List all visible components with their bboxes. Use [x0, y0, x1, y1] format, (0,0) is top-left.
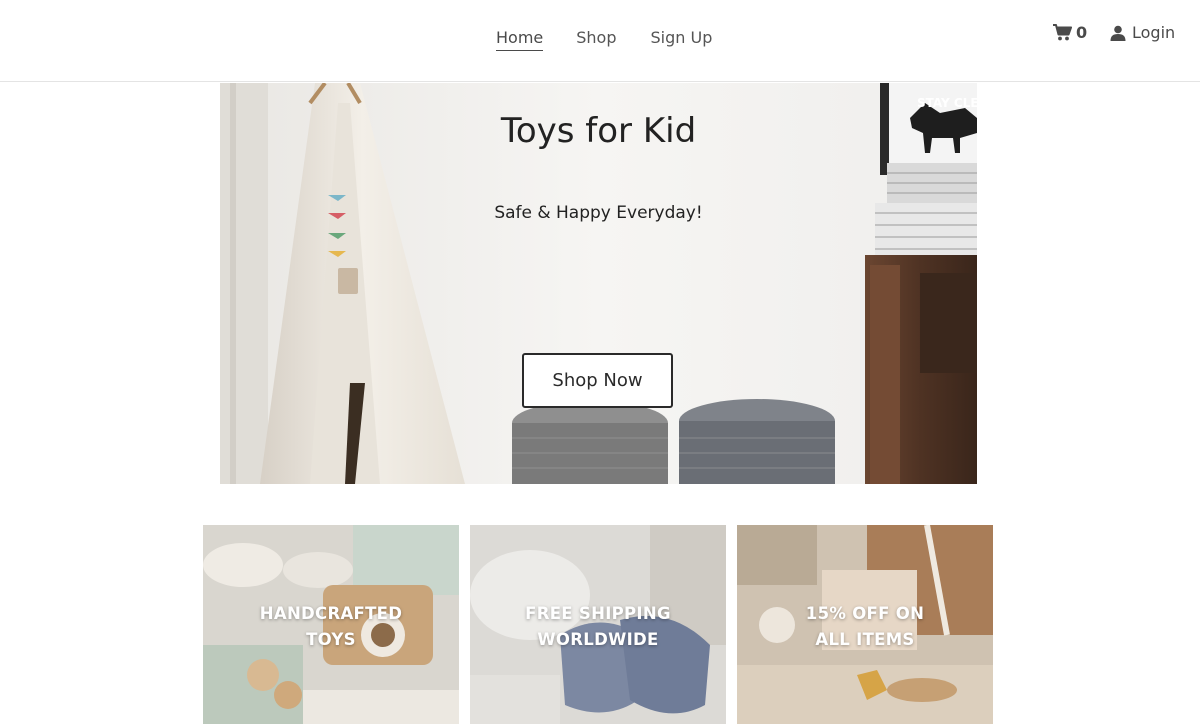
login-label: Login: [1132, 23, 1176, 42]
feature-label-line2: ALL ITEMS: [815, 630, 915, 649]
cart-count: 0: [1076, 23, 1088, 42]
site-header: Home Shop Sign Up 0 Login: [0, 0, 1200, 82]
shopping-cart-icon: [1053, 24, 1072, 41]
login-button[interactable]: Login: [1110, 23, 1175, 42]
nav-shop-link[interactable]: Shop: [576, 28, 616, 51]
nav-signup-link[interactable]: Sign Up: [651, 28, 713, 51]
shop-now-button[interactable]: Shop Now: [522, 353, 673, 408]
feature-label: FREE SHIPPING WORLDWIDE: [470, 601, 726, 653]
main-nav: Home Shop Sign Up: [496, 28, 712, 51]
hero-title: Toys for Kid: [500, 111, 697, 151]
cart-button[interactable]: 0: [1053, 23, 1087, 42]
feature-label: HANDCRAFTED TOYS: [203, 601, 459, 653]
feature-label-line2: TOYS: [306, 630, 356, 649]
feature-tile-discount[interactable]: 15% OFF ON ALL ITEMS: [737, 525, 993, 724]
feature-label-line1: 15% OFF ON: [805, 604, 925, 623]
poster-text: STAY CLEVER: [917, 96, 977, 110]
feature-label-line1: HANDCRAFTED: [259, 604, 403, 623]
user-icon: [1110, 25, 1126, 41]
nav-home-link[interactable]: Home: [496, 28, 544, 51]
hero-subtitle: Safe & Happy Everyday!: [494, 203, 703, 223]
feature-tile-shipping[interactable]: FREE SHIPPING WORLDWIDE: [470, 525, 726, 724]
hero-banner: STAY CLEVER Toys for Kid Safe & Happy Ev…: [220, 83, 977, 484]
feature-label-line1: FREE SHIPPING: [525, 604, 671, 623]
feature-label: 15% OFF ON ALL ITEMS: [737, 601, 993, 653]
feature-label-line2: WORLDWIDE: [537, 630, 659, 649]
feature-tile-handcrafted[interactable]: HANDCRAFTED TOYS: [203, 525, 459, 724]
